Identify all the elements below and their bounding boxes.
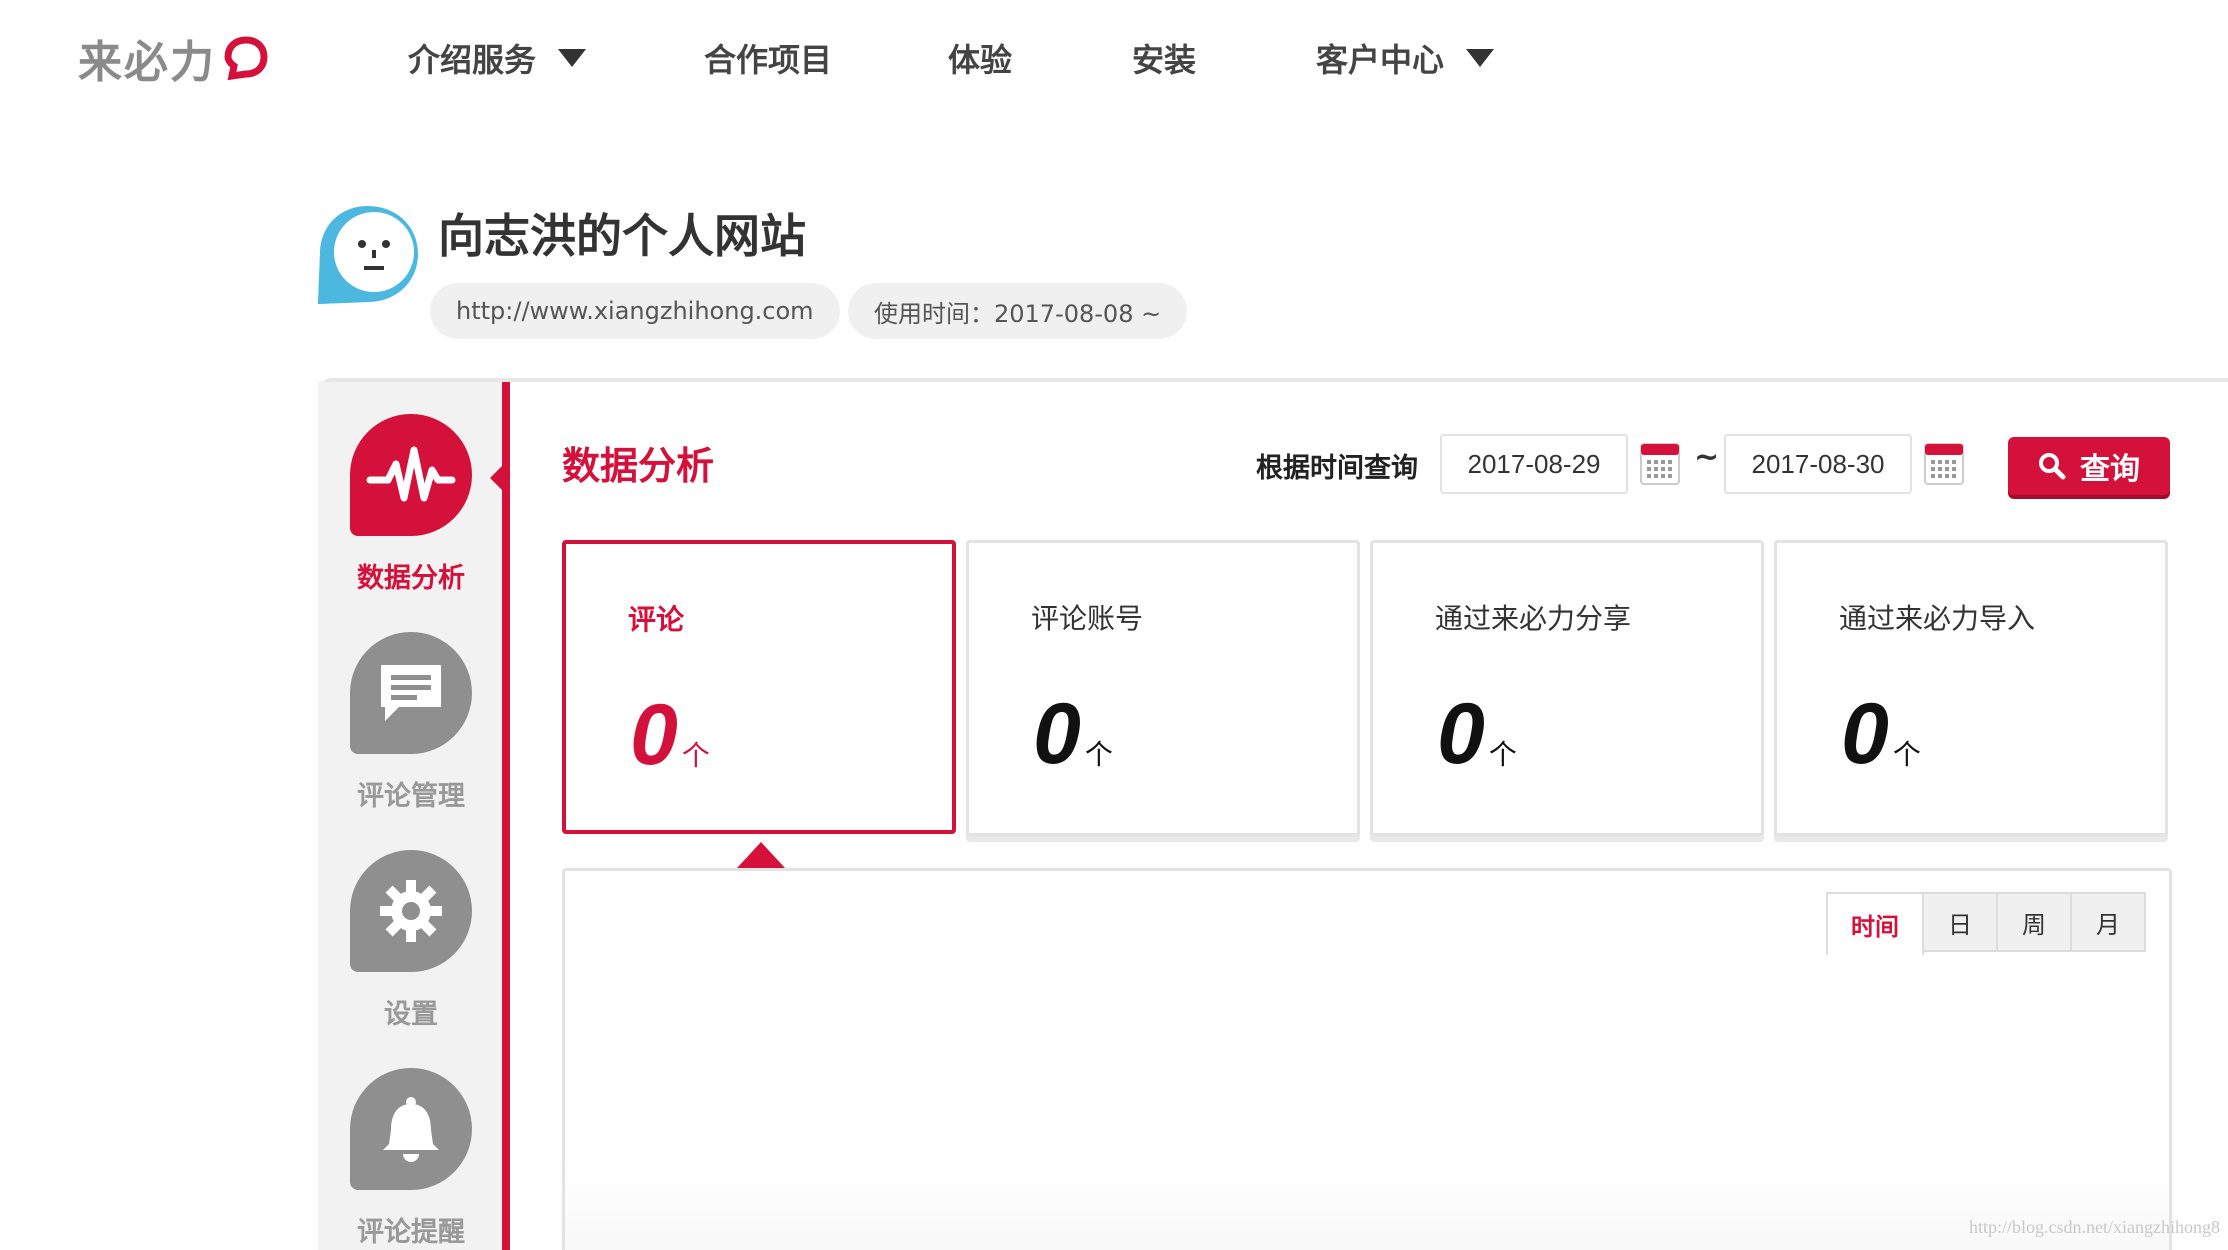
stat-number: 0	[1437, 686, 1485, 782]
period-segmented-control: 时间 日 周 月	[1826, 892, 2146, 956]
stat-unit: 个	[1488, 738, 1517, 771]
calendar-icon[interactable]	[1640, 440, 1680, 486]
sidebar-item-comment-management[interactable]: 评论管理	[318, 632, 504, 813]
stat-value: 0 个	[1841, 691, 1921, 777]
sidebar-item-settings[interactable]: 设置	[318, 850, 504, 1031]
end-date-input[interactable]	[1724, 434, 1912, 494]
watermark: http://blog.csdn.net/xiangzhihong8	[1969, 1217, 2220, 1237]
nav-item-label: 合作项目	[704, 41, 833, 79]
comment-icon	[350, 632, 472, 754]
stat-number: 0	[1841, 686, 1889, 782]
nav-item-customer-center[interactable]: 客户中心	[1316, 30, 1495, 86]
tab-period-time[interactable]: 时间	[1826, 892, 1924, 956]
logo-speech-icon	[224, 36, 268, 80]
stat-card-comment-accounts[interactable]: 评论账号 0 个	[966, 540, 1360, 836]
stat-value: 0 个	[1437, 691, 1517, 777]
site-url[interactable]: http://www.xiangzhihong.com	[430, 283, 840, 339]
sidebar-item-label: 数据分析	[357, 563, 465, 594]
tab-period-day[interactable]: 日	[1922, 892, 1998, 952]
sidebar-item-analytics[interactable]: 数据分析	[318, 414, 504, 595]
sidebar-item-comment-alerts[interactable]: 评论提醒	[318, 1068, 504, 1249]
nav-item-label: 介绍服务	[408, 41, 537, 79]
caret-down-icon	[558, 49, 587, 67]
stat-card-comments[interactable]: 评论 0 个	[562, 540, 956, 834]
nav-item-label: 客户中心	[1316, 41, 1445, 79]
stat-value: 0 个	[630, 692, 710, 778]
stat-value: 0 个	[1033, 691, 1113, 777]
date-range-separator: ~	[1694, 440, 1720, 475]
pulse-icon	[350, 414, 472, 536]
nav-item-trial[interactable]: 体验	[948, 30, 1012, 86]
stat-label: 通过来必力分享	[1435, 602, 1632, 635]
tab-period-week[interactable]: 周	[1996, 892, 2072, 952]
active-card-pointer	[737, 842, 785, 868]
site-avatar-icon	[318, 206, 418, 304]
calendar-icon[interactable]	[1924, 440, 1964, 486]
search-button[interactable]: 查询	[2008, 437, 2170, 495]
start-date-input[interactable]	[1440, 434, 1628, 494]
stat-unit: 个	[1892, 738, 1921, 771]
usage-time-badge: 使用时间：2017-08-08 ~	[848, 283, 1188, 339]
sidebar-item-label: 评论提醒	[357, 1217, 465, 1248]
bell-icon	[350, 1068, 472, 1190]
stat-number: 0	[1033, 686, 1081, 782]
stat-card-shares[interactable]: 通过来必力分享 0 个	[1370, 540, 1764, 836]
site-title: 向志洪的个人网站	[438, 209, 806, 263]
stat-label: 通过来必力导入	[1839, 602, 2036, 635]
stat-label: 评论	[628, 603, 685, 636]
top-navigation: 来必力 介绍服务 合作项目 体验 安装 客户中心	[0, 0, 2228, 118]
nav-item-label: 安装	[1132, 41, 1197, 79]
stat-number: 0	[630, 687, 678, 783]
stat-card-imports[interactable]: 通过来必力导入 0 个	[1774, 540, 2168, 836]
nav-item-install[interactable]: 安装	[1132, 30, 1196, 86]
gear-icon	[350, 850, 472, 972]
stat-unit: 个	[681, 739, 710, 772]
brand-name: 来必力	[78, 37, 216, 88]
search-icon	[2039, 453, 2066, 480]
tab-period-month[interactable]: 月	[2070, 892, 2146, 952]
nav-item-services[interactable]: 介绍服务	[408, 30, 587, 86]
sidebar-item-label: 评论管理	[357, 781, 465, 812]
brand-logo[interactable]: 来必力	[78, 28, 268, 88]
nav-item-label: 体验	[948, 41, 1013, 79]
nav-item-partners[interactable]: 合作项目	[704, 30, 832, 86]
stat-unit: 个	[1084, 738, 1113, 771]
sidebar-item-label: 设置	[384, 999, 438, 1030]
search-button-label: 查询	[2080, 452, 2140, 487]
caret-down-icon	[1466, 49, 1495, 67]
section-title: 数据分析	[562, 444, 715, 488]
date-query-label: 根据时间查询	[1256, 453, 1418, 484]
stat-label: 评论账号	[1031, 602, 1144, 635]
